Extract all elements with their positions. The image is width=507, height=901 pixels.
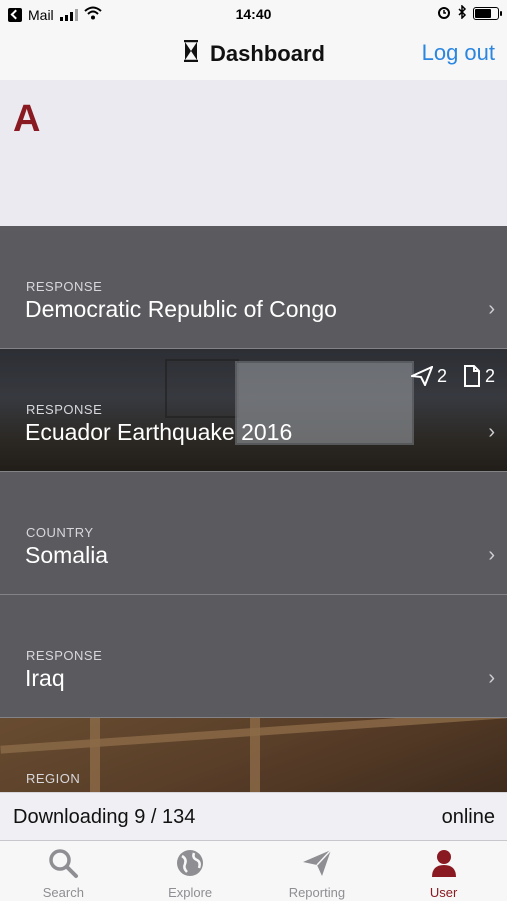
sent-count-value: 2 bbox=[436, 365, 447, 386]
status-time: 14:40 bbox=[235, 6, 272, 22]
list-item[interactable]: 2 2 RESPONSE Ecuador Earthquake 2016 › bbox=[0, 349, 507, 472]
tab-label: User bbox=[429, 885, 458, 900]
user-icon bbox=[431, 850, 456, 877]
status-bar: Mail 14:40 bbox=[0, 0, 507, 28]
item-type: COUNTRY bbox=[26, 525, 94, 540]
tab-search[interactable]: Search bbox=[0, 841, 127, 901]
list-item[interactable]: RESPONSE Iraq › bbox=[0, 595, 507, 718]
globe-icon bbox=[177, 850, 204, 876]
chevron-right-icon: › bbox=[488, 667, 495, 689]
tab-bar: Search Explore Reporting User bbox=[0, 840, 507, 901]
brand-logo: A bbox=[13, 98, 41, 140]
document-icon bbox=[463, 365, 480, 387]
item-type: RESPONSE bbox=[26, 648, 103, 663]
item-name: Ecuador Earthquake 2016 bbox=[25, 419, 293, 445]
hourglass-icon bbox=[182, 39, 200, 68]
item-name: Democratic Republic of Congo bbox=[25, 296, 337, 322]
chevron-right-icon: › bbox=[488, 298, 495, 320]
page-title-text: Dashboard bbox=[210, 41, 325, 66]
paper-plane-icon bbox=[302, 849, 332, 876]
tab-label: Reporting bbox=[288, 885, 346, 900]
download-progress-text: Downloading 9 / 134 bbox=[13, 806, 196, 828]
chevron-right-icon: › bbox=[488, 544, 495, 566]
connection-status: online bbox=[441, 806, 495, 828]
tab-label: Search bbox=[42, 885, 84, 900]
document-count: 2 bbox=[463, 365, 495, 387]
tab-explore[interactable]: Explore bbox=[127, 841, 254, 901]
battery-icon bbox=[473, 7, 502, 20]
item-name: Iraq bbox=[25, 665, 65, 691]
sent-count: 2 bbox=[410, 365, 447, 387]
item-name: Somalia bbox=[25, 542, 109, 568]
navigation-bar: Dashboard Log out bbox=[0, 28, 507, 81]
tab-user[interactable]: User bbox=[380, 841, 507, 901]
paper-plane-icon bbox=[410, 366, 433, 386]
item-counts: 2 2 bbox=[410, 365, 495, 387]
brand-banner: A bbox=[0, 80, 507, 226]
dashboard-list[interactable]: RESPONSE Democratic Republic of Congo › … bbox=[0, 226, 507, 792]
list-item[interactable]: REGION bbox=[0, 718, 507, 792]
search-icon bbox=[49, 849, 79, 878]
bluetooth-icon bbox=[457, 4, 467, 22]
list-item[interactable]: RESPONSE Democratic Republic of Congo › bbox=[0, 226, 507, 349]
download-status-bar: Downloading 9 / 134 online bbox=[0, 792, 507, 841]
alarm-icon bbox=[437, 5, 451, 22]
document-count-value: 2 bbox=[484, 365, 495, 386]
item-type: RESPONSE bbox=[26, 402, 103, 417]
status-right bbox=[437, 4, 502, 22]
tab-label: Explore bbox=[168, 885, 213, 900]
tab-reporting[interactable]: Reporting bbox=[254, 841, 381, 901]
chevron-right-icon: › bbox=[488, 421, 495, 443]
list-item[interactable]: COUNTRY Somalia › bbox=[0, 472, 507, 595]
item-type: REGION bbox=[26, 771, 81, 786]
item-type: RESPONSE bbox=[26, 279, 103, 294]
logout-button[interactable]: Log out bbox=[422, 40, 495, 66]
